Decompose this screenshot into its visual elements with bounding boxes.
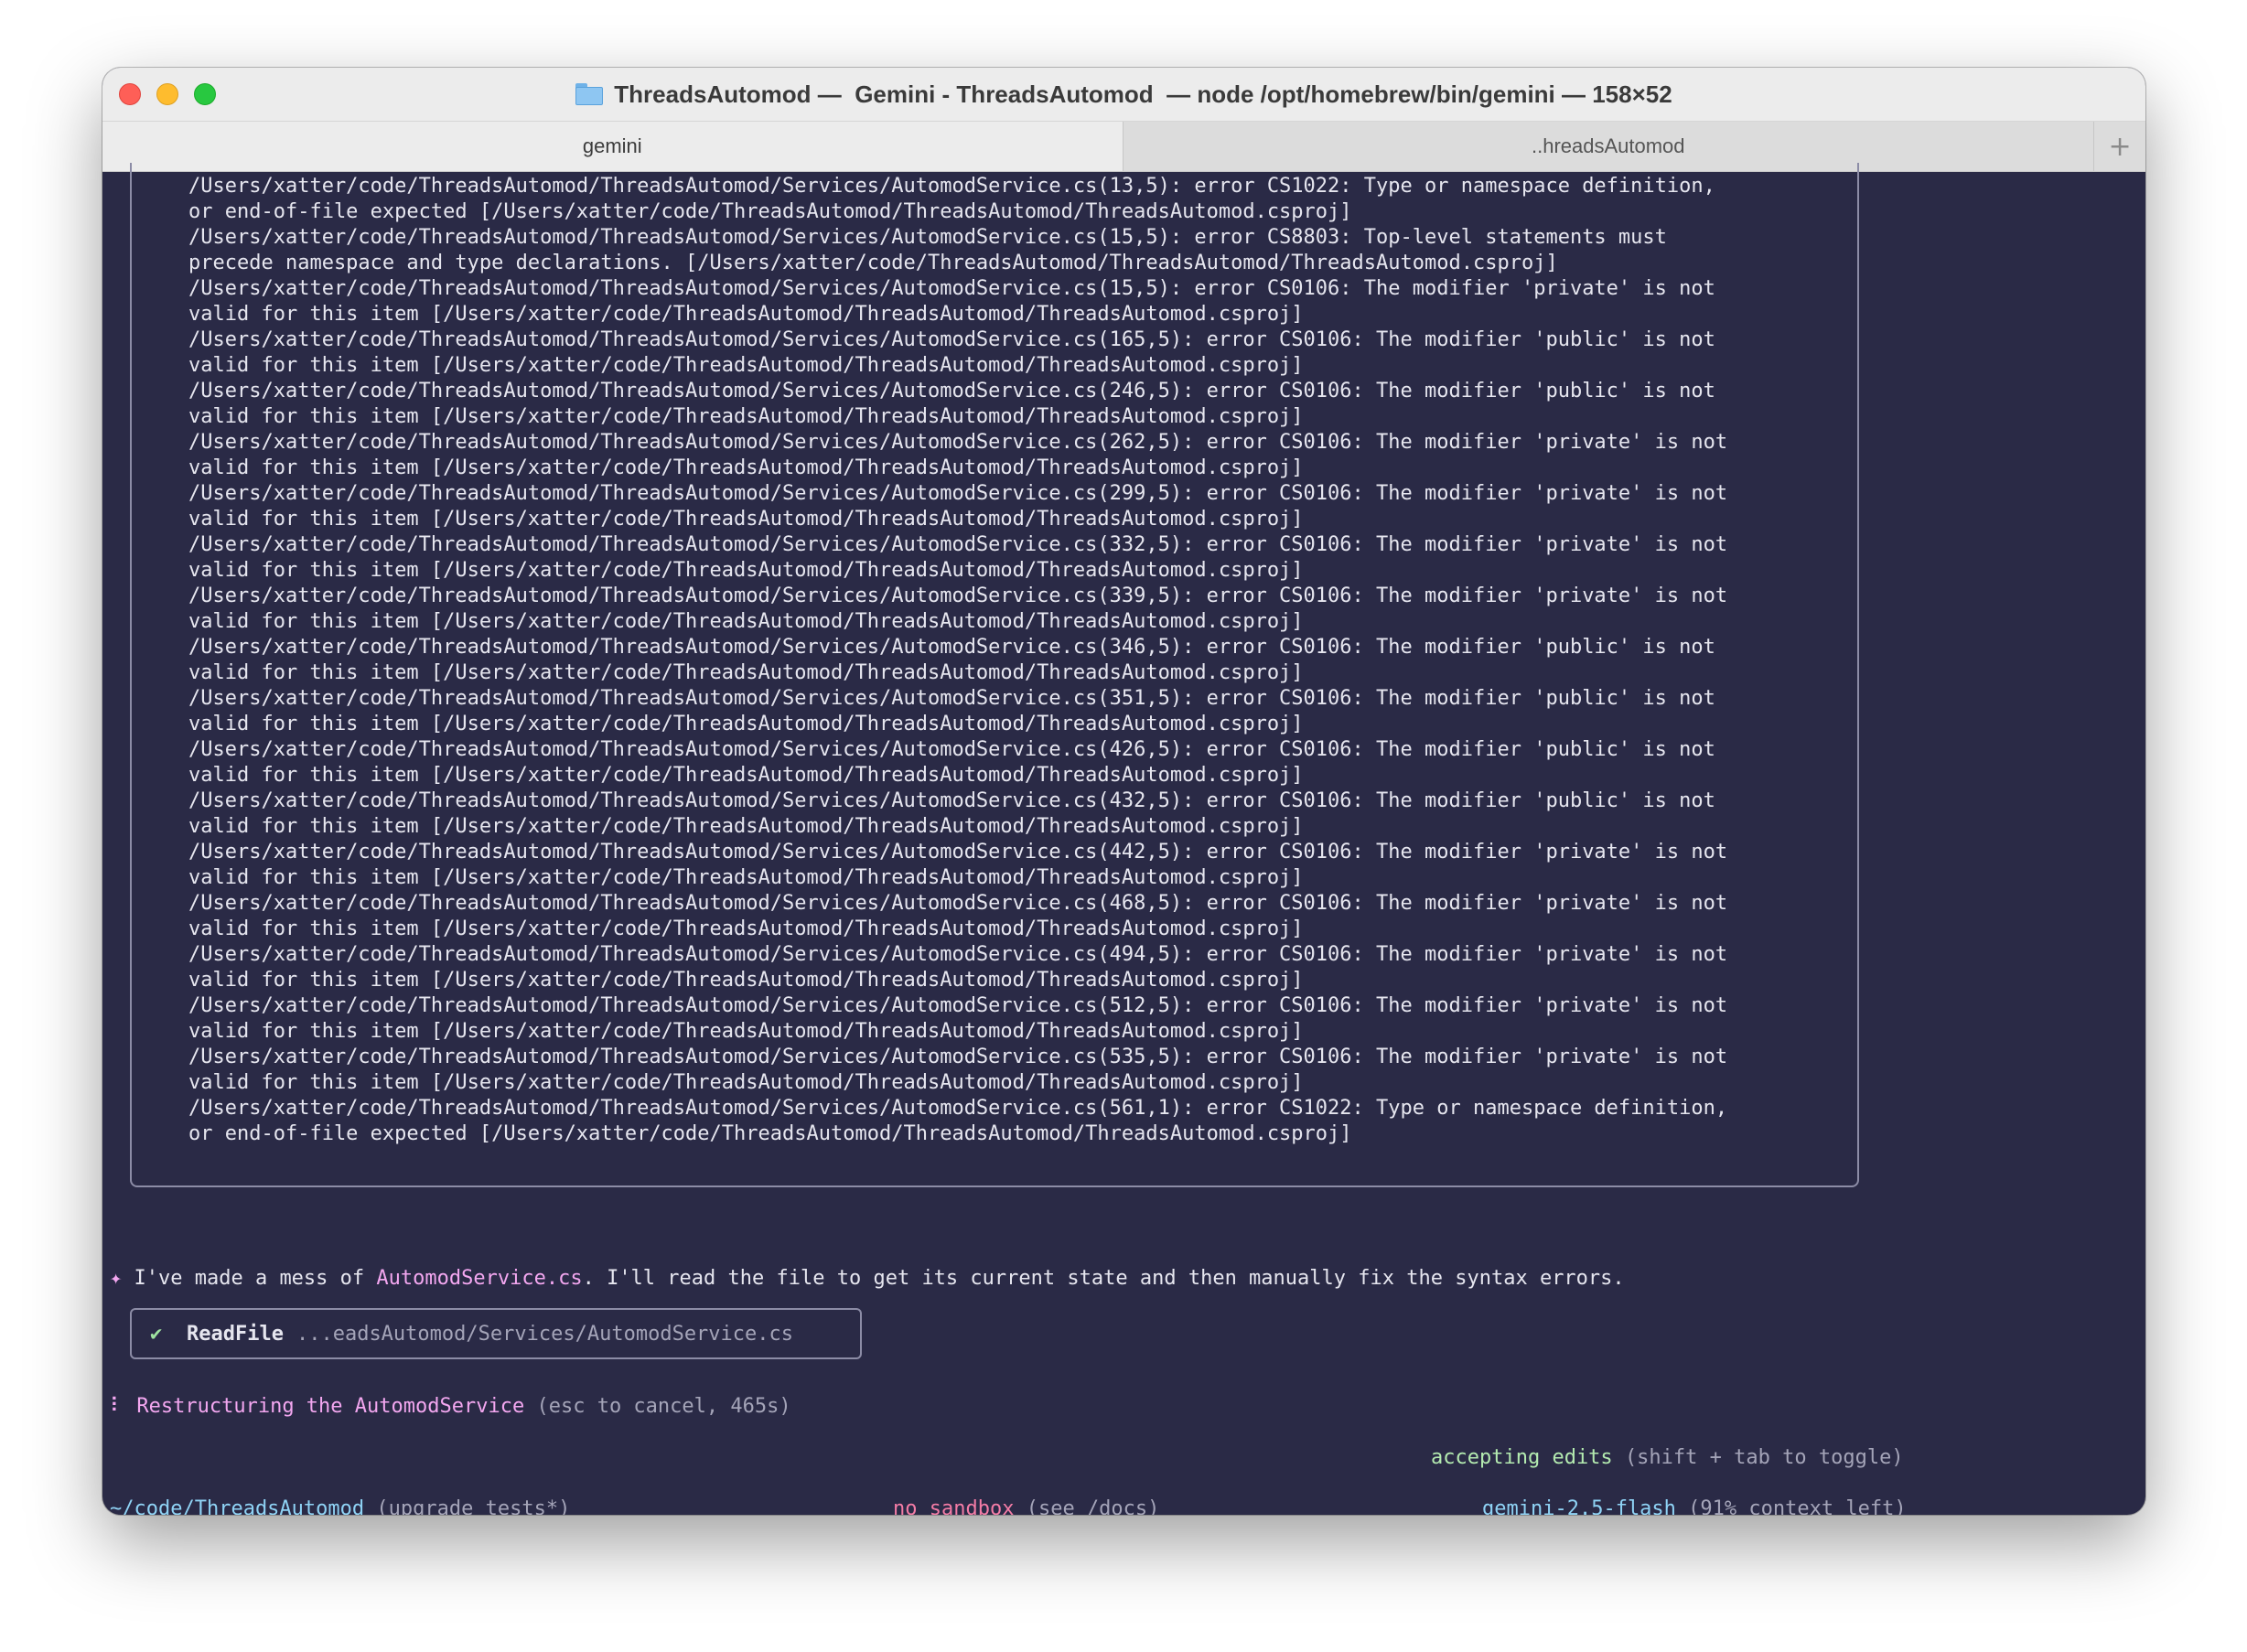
error-line: /Users/xatter/code/ThreadsAutomod/Thread…: [188, 277, 1715, 300]
error-line: valid for this item [/Users/xatter/code/…: [188, 354, 1304, 377]
sparkle-icon: ✦: [110, 1267, 123, 1290]
error-line: /Users/xatter/code/ThreadsAutomod/Thread…: [188, 738, 1715, 761]
error-line: valid for this item [/Users/xatter/code/…: [188, 661, 1304, 684]
working-directory: ~/code/ThreadsAutomod: [110, 1497, 365, 1515]
error-line: valid for this item [/Users/xatter/code/…: [188, 917, 1304, 940]
error-line: /Users/xatter/code/ThreadsAutomod/Thread…: [188, 585, 1728, 607]
message-suffix: . I'll read the file to get its current …: [582, 1267, 1625, 1290]
error-line: /Users/xatter/code/ThreadsAutomod/Thread…: [188, 636, 1715, 659]
minimize-window-button[interactable]: [156, 83, 178, 105]
error-line: /Users/xatter/code/ThreadsAutomod/Thread…: [188, 943, 1728, 966]
error-line: or end-of-file expected [/Users/xatter/c…: [188, 200, 1352, 223]
tool-name: ReadFile: [187, 1322, 284, 1346]
terminal-content[interactable]: /Users/xatter/code/ThreadsAutomod/Thread…: [102, 163, 2145, 1515]
window-title: ThreadsAutomod — Gemini - ThreadsAutomod…: [614, 80, 1672, 108]
error-line: valid for this item [/Users/xatter/code/…: [188, 815, 1304, 838]
error-line: /Users/xatter/code/ThreadsAutomod/Thread…: [188, 994, 1728, 1017]
context-remaining: (91% context left): [1688, 1497, 1907, 1515]
footer-model: gemini-2.5-flash (91% context left): [1482, 1496, 1907, 1515]
error-line: /Users/xatter/code/ThreadsAutomod/Thread…: [188, 789, 1715, 812]
progress-line: ⠇ Restructuring the AutomodService (esc …: [110, 1394, 791, 1420]
sandbox-hint: (see /docs): [1026, 1497, 1160, 1515]
error-line: valid for this item [/Users/xatter/code/…: [188, 508, 1304, 531]
error-line: valid for this item [/Users/xatter/code/…: [188, 713, 1304, 735]
error-line: /Users/xatter/code/ThreadsAutomod/Thread…: [188, 1046, 1728, 1068]
title-bar: ThreadsAutomod — Gemini - ThreadsAutomod…: [102, 68, 2145, 122]
message-prefix: I've made a mess of: [134, 1267, 377, 1290]
zoom-window-button[interactable]: [194, 83, 216, 105]
model-name: gemini-2.5-flash: [1482, 1497, 1676, 1515]
error-line: valid for this item [/Users/xatter/code/…: [188, 866, 1304, 889]
error-line: /Users/xatter/code/ThreadsAutomod/Thread…: [188, 1097, 1728, 1120]
error-line: /Users/xatter/code/ThreadsAutomod/Thread…: [188, 328, 1715, 351]
title-group: ThreadsAutomod — Gemini - ThreadsAutomod…: [575, 80, 1672, 109]
error-line: valid for this item [/Users/xatter/code/…: [188, 1071, 1304, 1094]
error-line: /Users/xatter/code/ThreadsAutomod/Thread…: [188, 533, 1728, 556]
git-branch: (upgrade_tests*): [376, 1497, 571, 1515]
error-line: /Users/xatter/code/ThreadsAutomod/Thread…: [188, 482, 1728, 505]
error-line: /Users/xatter/code/ThreadsAutomod/Thread…: [188, 687, 1715, 710]
error-line: valid for this item [/Users/xatter/code/…: [188, 969, 1304, 992]
edit-mode-label: accepting edits: [1431, 1446, 1613, 1469]
error-line: /Users/xatter/code/ThreadsAutomod/Thread…: [188, 380, 1715, 402]
spinner-icon: ⠇: [110, 1395, 125, 1418]
error-line: valid for this item [/Users/xatter/code/…: [188, 1020, 1304, 1043]
message-filename: AutomodService.cs: [376, 1267, 583, 1290]
assistant-message: ✦ I've made a mess of AutomodService.cs.…: [110, 1266, 1625, 1292]
error-line: or end-of-file expected [/Users/xatter/c…: [188, 1122, 1352, 1145]
edit-mode-hint: (shift + tab to toggle): [1624, 1446, 1904, 1469]
check-icon: ✔: [150, 1322, 163, 1346]
error-line: valid for this item [/Users/xatter/code/…: [188, 764, 1304, 787]
error-line: valid for this item [/Users/xatter/code/…: [188, 559, 1304, 582]
error-line: valid for this item [/Users/xatter/code/…: [188, 303, 1304, 326]
close-window-button[interactable]: [119, 83, 141, 105]
error-line: precede namespace and type declarations.…: [188, 252, 1558, 274]
progress-detail: (esc to cancel, 465s): [536, 1395, 791, 1418]
terminal-window: ThreadsAutomod — Gemini - ThreadsAutomod…: [102, 68, 2145, 1515]
error-line: valid for this item [/Users/xatter/code/…: [188, 610, 1304, 633]
error-line: /Users/xatter/code/ThreadsAutomod/Thread…: [188, 175, 1715, 198]
footer-path: ~/code/ThreadsAutomod (upgrade_tests*): [110, 1496, 570, 1515]
footer-sandbox: no sandbox (see /docs): [893, 1496, 1159, 1515]
error-line: /Users/xatter/code/ThreadsAutomod/Thread…: [188, 431, 1728, 454]
error-line: valid for this item [/Users/xatter/code/…: [188, 405, 1304, 428]
build-error-output: /Users/xatter/code/ThreadsAutomod/Thread…: [188, 174, 2127, 1147]
error-line: /Users/xatter/code/ThreadsAutomod/Thread…: [188, 226, 1667, 249]
new-tab-button[interactable]: +: [2093, 122, 2145, 171]
window-controls: [119, 83, 216, 105]
error-line: /Users/xatter/code/ThreadsAutomod/Thread…: [188, 841, 1728, 864]
sandbox-status: no sandbox: [893, 1497, 1015, 1515]
tool-call-box: ✔ ReadFile ...eadsAutomod/Services/Autom…: [130, 1308, 862, 1359]
error-line: valid for this item [/Users/xatter/code/…: [188, 456, 1304, 479]
folder-icon: [575, 83, 604, 105]
edit-mode-indicator: accepting edits (shift + tab to toggle): [1431, 1445, 1904, 1471]
error-line: /Users/xatter/code/ThreadsAutomod/Thread…: [188, 892, 1728, 915]
progress-label: Restructuring the AutomodService: [136, 1395, 525, 1418]
tool-argument: ...eadsAutomod/Services/AutomodService.c…: [296, 1322, 794, 1346]
